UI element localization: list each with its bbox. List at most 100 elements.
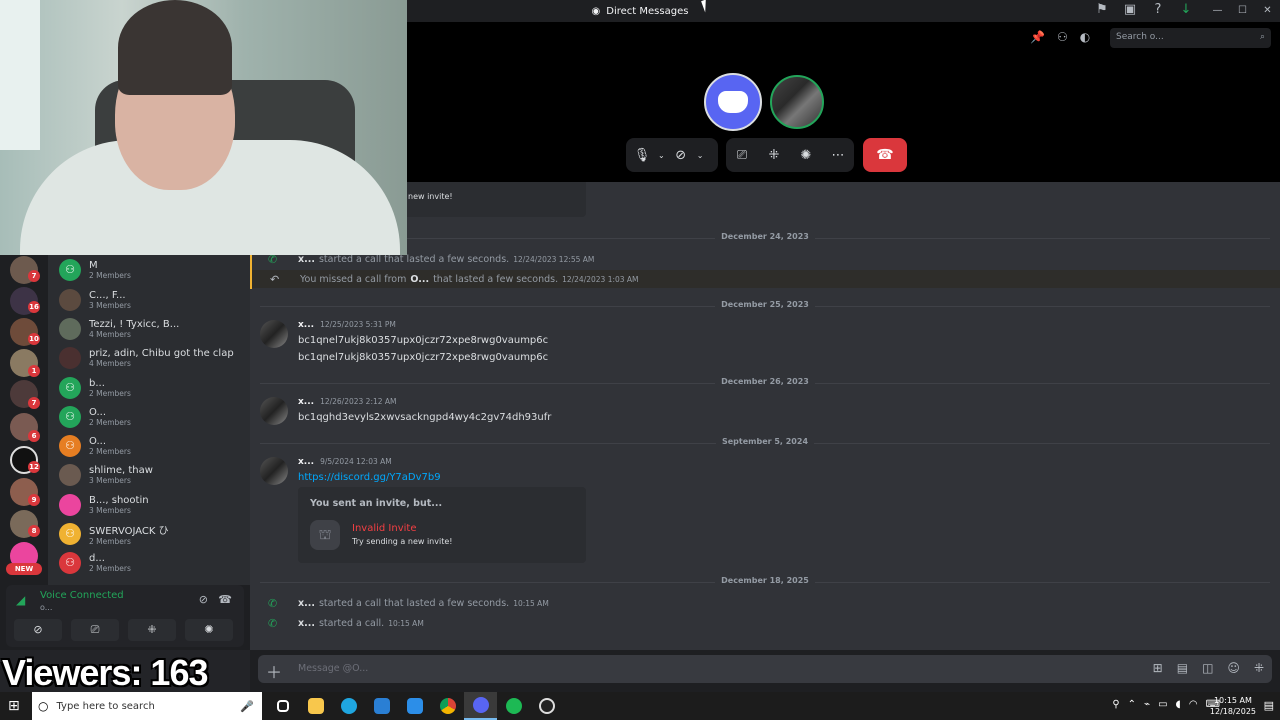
discord-taskbar-icon[interactable] — [464, 692, 497, 720]
group-icon: ⚇ — [59, 434, 81, 457]
task-view-icon[interactable] — [266, 692, 299, 720]
activity-controls: ⎚ ⁜ ✺ ⋯ — [726, 138, 854, 172]
hang-up-button[interactable]: ☎ — [863, 138, 907, 172]
message-input[interactable]: Message @O... — [298, 663, 368, 674]
group-icon: ⚇ — [59, 258, 81, 281]
group-icon: ⚇ — [59, 522, 81, 545]
dm-item[interactable]: ⚇ M2 Members — [56, 255, 246, 284]
member-list-icon[interactable]: ◐ — [1080, 30, 1090, 44]
missed-call-row: ↶ You missed a call from O... that lasted … — [250, 270, 1280, 288]
camera-off-button[interactable]: ⊘ — [14, 619, 62, 641]
dm-item[interactable]: shlime, thaw 3 Members — [56, 460, 246, 489]
avatar[interactable] — [260, 457, 288, 485]
noise-suppression-icon[interactable]: ⊘ — [199, 593, 208, 606]
wifi-icon[interactable]: ◠ — [1189, 699, 1198, 710]
dm-item[interactable]: Tezzi, ! Tyxicc, B... 4 Members — [56, 314, 246, 343]
message-composer[interactable]: ＋ Message @O... ⊞ ▤ ◫ ☺ ⁜ — [258, 655, 1272, 683]
dm-item[interactable]: ⚇ d... 2 Members — [56, 548, 246, 577]
gift-icon[interactable]: ⊞ — [1153, 661, 1163, 675]
network-icon[interactable]: ⌁ — [1144, 699, 1150, 710]
taskbar-search-input[interactable]: ○ Type here to search 🎤 — [32, 692, 262, 720]
add-friends-icon[interactable]: ⚇ — [1057, 30, 1068, 44]
disconnect-icon[interactable]: ☎ — [218, 593, 232, 606]
spotify-icon[interactable] — [497, 692, 530, 720]
chevron-up-icon[interactable]: ⌃ — [1128, 699, 1136, 710]
chevron-down-icon[interactable]: ⌄ — [697, 151, 704, 160]
voice-channel[interactable]: o... — [40, 603, 52, 612]
store-icon[interactable] — [365, 692, 398, 720]
group-avatar — [59, 346, 81, 369]
edge-icon[interactable] — [332, 692, 365, 720]
microphone-icon[interactable]: 🎙 — [626, 148, 658, 163]
voice-connected-panel: ◢ Voice Connected o... ⊘ ☎ ⊘ ⎚ ⁜ ✺ — [6, 585, 244, 647]
dm-item[interactable]: B..., shootin 3 Members — [56, 490, 246, 519]
unread-indicator — [250, 254, 252, 289]
activities-button[interactable]: ⁜ — [128, 619, 176, 641]
add-attachment-icon[interactable]: ＋ — [266, 659, 282, 683]
more-icon[interactable]: ⋯ — [822, 148, 854, 163]
message-text: bc1qnel7ukj8k0357upx0jczr72xpe8rwg0vaump… — [298, 335, 549, 346]
date-divider: December 24, 2023 — [260, 232, 1270, 244]
message-author[interactable]: x... — [298, 320, 314, 330]
download-icon[interactable]: ↓ — [1177, 2, 1195, 20]
dm-item[interactable]: ⚇ O... 2 Members — [56, 402, 246, 431]
battery-icon[interactable]: ▭ — [1158, 699, 1167, 710]
file-explorer-icon[interactable] — [299, 692, 332, 720]
maximize-button[interactable]: ☐ — [1230, 0, 1255, 22]
mention-badge: 1 — [28, 365, 40, 377]
call-log-row: ✆ x... started a call. 10:15 AM — [268, 616, 424, 630]
call-avatar-discord[interactable] — [704, 73, 762, 131]
windows-start-icon[interactable]: ⊞ — [8, 698, 20, 714]
search-input[interactable]: Search o... ⌕ — [1110, 28, 1271, 48]
notification-icon[interactable]: ▤ — [1264, 699, 1274, 712]
help-icon[interactable]: ? — [1149, 2, 1167, 20]
message-author[interactable]: x... — [298, 457, 314, 467]
inbox-icon[interactable]: ▣ — [1121, 2, 1139, 20]
close-button[interactable]: ✕ — [1255, 0, 1280, 22]
dm-item[interactable]: ⚇ b... 2 Members — [56, 373, 246, 402]
mail-icon[interactable] — [398, 692, 431, 720]
soundboard-icon[interactable]: ✺ — [790, 148, 822, 163]
avatar[interactable] — [260, 320, 288, 348]
invite-link[interactable]: https://discord.gg/Y7aDv7b9 — [298, 472, 441, 483]
mention-badge: 10 — [28, 333, 40, 345]
chrome-icon[interactable] — [431, 692, 464, 720]
dm-item[interactable]: ⚇ SWERVOJACK ひ2 Members — [56, 519, 246, 548]
message-author[interactable]: x... — [298, 397, 314, 407]
screen-share-icon[interactable]: ⎚ — [726, 148, 758, 163]
sticker-icon[interactable]: ◫ — [1202, 661, 1213, 675]
group-avatar — [59, 493, 81, 516]
screen-share-button[interactable]: ⎚ — [71, 619, 119, 641]
pin-icon[interactable]: 📌 — [1030, 30, 1045, 44]
dm-item[interactable]: C..., F... 3 Members — [56, 285, 246, 314]
search-icon: ○ — [38, 699, 49, 713]
dm-item[interactable]: ⚇ O... 2 Members — [56, 431, 246, 460]
avatar[interactable] — [260, 397, 288, 425]
flag-icon[interactable]: ⚑ — [1093, 2, 1111, 20]
emoji-icon[interactable]: ☺ — [1227, 661, 1240, 675]
mention-badge: 7 — [28, 397, 40, 409]
chevron-down-icon[interactable]: ⌄ — [658, 151, 665, 160]
dm-item[interactable]: priz, adin, Chibu got the clap 4 Members — [56, 343, 246, 372]
date-divider: December 18, 2025 — [260, 576, 1270, 588]
camera-off-icon[interactable]: ⊘ — [665, 148, 697, 163]
people-icon[interactable]: ⚲ — [1112, 699, 1119, 710]
clock[interactable]: 10:15 AM 12/18/2025 — [1210, 695, 1256, 717]
voice-status[interactable]: Voice Connected — [40, 590, 124, 601]
volume-icon[interactable]: ◖ — [1176, 699, 1181, 710]
gif-icon[interactable]: ▤ — [1177, 661, 1188, 675]
message-text: bc1qghd3evyls2xwvsackngpd4wy4c2gv74dh93u… — [298, 412, 552, 423]
microphone-icon[interactable]: 🎤 — [240, 700, 254, 713]
call-avatar-user[interactable] — [770, 75, 824, 129]
obs-icon[interactable] — [530, 692, 563, 720]
minimize-button[interactable]: — — [1205, 0, 1230, 22]
soundboard-button[interactable]: ✺ — [185, 619, 233, 641]
mention-badge: 6 — [28, 430, 40, 442]
activities-icon[interactable]: ⁜ — [758, 148, 790, 163]
mention-badge: 12 — [28, 461, 40, 473]
apps-icon[interactable]: ⁜ — [1254, 661, 1264, 675]
viewer-count-overlay: Viewers: 163 — [2, 652, 208, 693]
call-log-row: ✆ x... started a call that lasted a few s… — [268, 252, 595, 266]
mention-badge: 7 — [28, 270, 40, 282]
date-divider: December 26, 2023 — [260, 377, 1270, 389]
